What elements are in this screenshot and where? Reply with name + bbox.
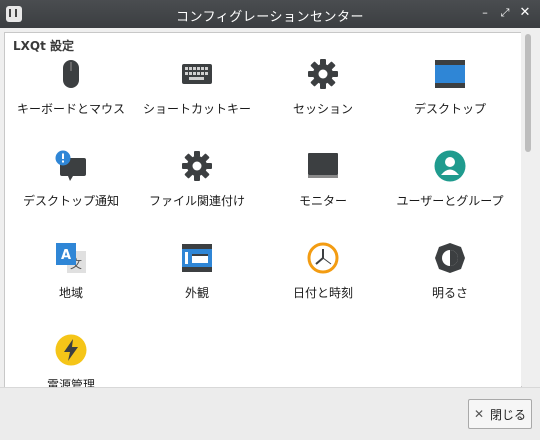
settings-grid: LXQt 設定 キーボードとマウス ショートカットキー セッション デスクトップ… (4, 32, 522, 388)
item-label: モニター (298, 194, 347, 208)
item-label: 日付と時刻 (292, 286, 353, 300)
notification-icon (55, 150, 86, 181)
item-brightness[interactable]: 明るさ (385, 242, 515, 322)
window-title: コンフィグレーションセンター (175, 10, 365, 25)
minimize-button[interactable]: – (478, 6, 492, 20)
gear-icon (308, 59, 338, 89)
gear-icon (182, 151, 212, 181)
item-label: セッション (292, 102, 353, 116)
item-region[interactable]: 文 A 地域 (6, 242, 136, 322)
item-session[interactable]: セッション (258, 58, 388, 138)
appearance-icon (182, 244, 212, 272)
item-label: ユーザーとグループ (396, 194, 504, 208)
item-label: 明るさ (431, 286, 468, 300)
item-desktop[interactable]: デスクトップ (385, 58, 515, 138)
item-appearance[interactable]: 外観 (132, 242, 262, 322)
item-label: デスクトップ通知 (22, 194, 119, 208)
translate-icon: 文 A (56, 243, 86, 273)
group-title: LXQt 設定 (13, 39, 75, 53)
keyboard-icon (182, 64, 212, 84)
desktop-icon (435, 60, 465, 88)
clock-icon (307, 242, 339, 274)
item-label: ショートカットキー (142, 102, 251, 116)
item-label: キーボードとマウス (16, 102, 125, 116)
close-button-label: 閉じる (490, 407, 527, 422)
svg-text:A: A (61, 248, 71, 263)
user-icon (434, 150, 466, 182)
close-button[interactable]: ✕ 閉じる (468, 399, 532, 429)
item-label: 地域 (58, 286, 83, 300)
button-bar: ✕ 閉じる (0, 387, 540, 440)
vertical-scrollbar[interactable] (521, 32, 535, 386)
maximize-button[interactable]: ⤢ (498, 6, 512, 20)
config-center-window: コンフィグレーションセンター – ⤢ ✕ LXQt 設定 キーボードとマウス シ… (0, 0, 540, 440)
item-desktop-notifications[interactable]: デスクトップ通知 (6, 150, 136, 230)
mouse-icon (63, 60, 79, 88)
item-monitor[interactable]: モニター (258, 150, 388, 230)
scrollbar-thumb[interactable] (525, 34, 531, 152)
item-label: デスクトップ (413, 102, 486, 116)
title-bar[interactable]: コンフィグレーションセンター – ⤢ ✕ (0, 0, 540, 28)
item-power-management[interactable]: 電源管理 (6, 334, 136, 387)
power-icon (55, 334, 87, 366)
item-shortcut-keys[interactable]: ショートカットキー (132, 58, 262, 138)
brightness-icon (435, 243, 465, 273)
item-label: 外観 (184, 286, 209, 300)
monitor-icon (308, 153, 338, 178)
close-icon: ✕ (473, 407, 485, 421)
item-keyboard-mouse[interactable]: キーボードとマウス (6, 58, 136, 138)
item-label: ファイル関連付け (148, 194, 245, 208)
item-date-time[interactable]: 日付と時刻 (258, 242, 388, 322)
item-users-groups[interactable]: ユーザーとグループ (385, 150, 515, 230)
item-file-associations[interactable]: ファイル関連付け (132, 150, 262, 230)
close-window-button[interactable]: ✕ (518, 6, 532, 20)
